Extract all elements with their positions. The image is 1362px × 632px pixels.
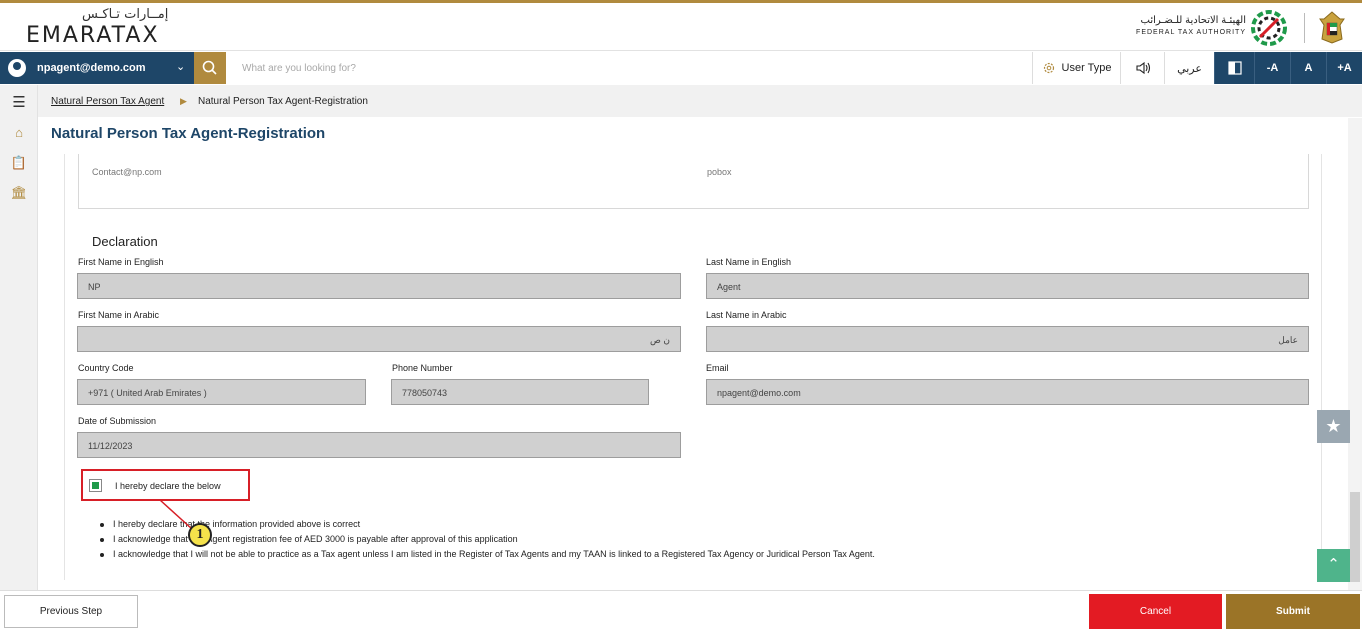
first-name-en-label: First Name in English <box>78 257 164 267</box>
font-normal-button[interactable]: A <box>1290 52 1326 84</box>
user-email: npagent@demo.com <box>37 62 146 74</box>
contact-details-box: Contact@np.com pobox <box>78 154 1309 209</box>
last-name-ar-field[interactable]: عامل <box>706 326 1309 352</box>
breadcrumb-arrow-icon: ▶ <box>180 96 187 106</box>
page-title: Natural Person Tax Agent-Registration <box>51 125 326 142</box>
first-name-ar-field[interactable]: ن ص <box>77 326 681 352</box>
user-type-label: User Type <box>1061 62 1112 74</box>
date-of-submission-label: Date of Submission <box>78 416 157 426</box>
emaratax-logo[interactable]: EMARATAX <box>26 23 160 48</box>
form-panel <box>64 154 1322 580</box>
previous-step-button[interactable]: Previous Step <box>4 595 138 628</box>
language-toggle[interactable]: عربي <box>1164 52 1214 84</box>
bank-icon[interactable]: 🏛 <box>10 185 28 203</box>
declaration-statement: I acknowledge that I will not be able to… <box>100 549 875 564</box>
top-navbar: npagent@demo.com ⌄ User Type عربي <box>0 52 1362 84</box>
last-name-en-label: Last Name in English <box>706 257 792 267</box>
contrast-icon <box>1227 61 1242 75</box>
last-name-en-field[interactable]: Agent <box>706 273 1309 299</box>
email-label: Email <box>706 363 729 373</box>
declare-checkbox[interactable] <box>89 479 102 492</box>
scrollbar-thumb[interactable] <box>1350 492 1360 582</box>
declaration-title: Declaration <box>92 234 158 249</box>
chevron-down-icon[interactable]: ⌄ <box>176 60 185 73</box>
user-menu[interactable]: npagent@demo.com ⌄ <box>0 52 194 84</box>
contrast-toggle[interactable] <box>1214 52 1254 84</box>
breadcrumb-current: Natural Person Tax Agent-Registration <box>198 96 368 107</box>
clipboard-icon[interactable]: 📋 <box>10 155 28 173</box>
uae-emblem-icon <box>1319 11 1345 44</box>
fta-emblem-icon <box>1251 10 1287 46</box>
country-code-field[interactable]: +971 ( United Arab Emirates ) <box>77 379 366 405</box>
navbar-tools: User Type عربي -A A +A <box>1032 52 1362 84</box>
phone-number-field[interactable]: 778050743 <box>391 379 649 405</box>
hamburger-menu-icon[interactable]: ☰ <box>10 93 28 111</box>
home-icon[interactable]: ⌂ <box>10 125 28 143</box>
fta-name-english: FEDERAL TAX AUTHORITY <box>1136 29 1246 36</box>
avatar-icon <box>8 59 26 77</box>
font-decrease-button[interactable]: -A <box>1254 52 1290 84</box>
phone-number-label: Phone Number <box>392 363 453 373</box>
emaratax-logo-arabic: إمــارات تـاكـس <box>82 7 169 22</box>
search-button[interactable] <box>194 52 226 84</box>
sidebar: ☰ ⌂ 📋 🏛 <box>0 85 38 590</box>
declare-checkbox-label[interactable]: I hereby declare the below <box>115 481 221 491</box>
cancel-button[interactable]: Cancel <box>1089 594 1222 629</box>
footer-actions: Previous Step Cancel Submit <box>0 590 1362 632</box>
declaration-statement: I acknowledge that Tax Agent registratio… <box>100 534 875 549</box>
scroll-to-top-button[interactable]: ⌃ <box>1317 549 1350 582</box>
country-code-label: Country Code <box>78 363 134 373</box>
last-name-ar-label: Last Name in Arabic <box>706 310 787 320</box>
search-icon <box>202 60 217 75</box>
favorite-star-button[interactable]: ★ <box>1317 410 1350 443</box>
callout-badge: 1 <box>188 523 212 547</box>
first-name-en-field[interactable]: NP <box>77 273 681 299</box>
fta-logo: الهيئـة الاتحادية للـضـرائب FEDERAL TAX … <box>1098 7 1298 49</box>
fta-name-arabic: الهيئـة الاتحادية للـضـرائب <box>1140 15 1246 26</box>
first-name-ar-label: First Name in Arabic <box>78 310 160 320</box>
contact-email-value: Contact@np.com <box>92 167 162 177</box>
header-divider <box>1304 13 1305 43</box>
email-field[interactable]: npagent@demo.com <box>706 379 1309 405</box>
font-increase-button[interactable]: +A <box>1326 52 1362 84</box>
speaker-icon <box>1135 61 1150 75</box>
declaration-statement: I hereby declare that the information pr… <box>100 519 875 534</box>
gear-icon <box>1043 62 1054 74</box>
user-type-button[interactable]: User Type <box>1032 52 1120 84</box>
breadcrumb-parent-link[interactable]: Natural Person Tax Agent <box>51 96 164 107</box>
search-input[interactable] <box>226 52 1032 84</box>
submit-button[interactable]: Submit <box>1226 594 1360 629</box>
header: إمــارات تـاكـس EMARATAX الهيئـة الاتحاد… <box>0 3 1362 51</box>
declaration-statements: I hereby declare that the information pr… <box>100 519 875 564</box>
date-of-submission-field[interactable]: 11/12/2023 <box>77 432 681 458</box>
audio-button[interactable] <box>1120 52 1164 84</box>
breadcrumb: Natural Person Tax Agent ▶ Natural Perso… <box>38 85 1362 117</box>
po-box-value: pobox <box>707 167 732 177</box>
